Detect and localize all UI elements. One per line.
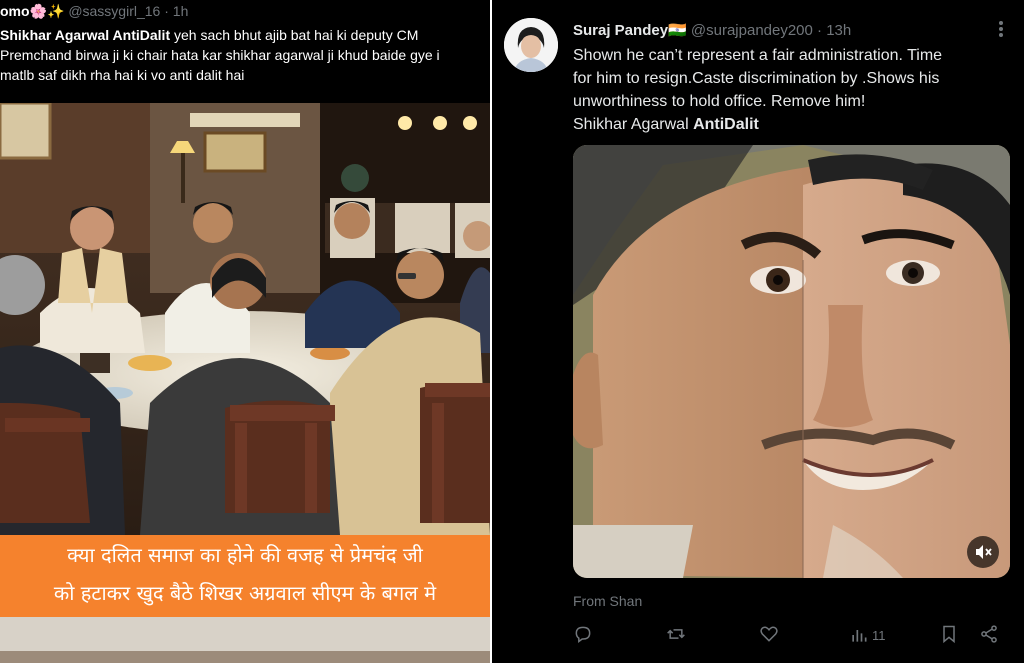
bookmark-icon	[943, 625, 955, 644]
right-tweet-text: Shown he can’t represent a fair administ…	[573, 44, 1003, 136]
right-author-name[interactable]: Suraj Pandey🇮🇳	[573, 22, 687, 39]
from-source-label[interactable]: From Shan	[573, 593, 642, 609]
share-icon	[981, 625, 997, 643]
right-tweet-header: Suraj Pandey🇮🇳 @surajpandey200 · 13h	[573, 21, 851, 39]
hindi-caption-banner: क्या दलित समाज का होने की वजह से प्रेमचं…	[0, 535, 490, 617]
left-tweet-line-1-text: yeh sach bhut ajib bat hai ki deputy CM	[170, 27, 419, 43]
reply-icon	[575, 626, 591, 643]
right-tweet-line-3: unworthiness to hold office. Remove him!	[573, 93, 866, 110]
views-icon	[852, 630, 867, 642]
dinner-photo[interactable]	[0, 103, 490, 535]
dinner-photo-illustration	[0, 103, 490, 535]
left-tweet-line-1: Shikhar Agarwal AntiDalit yeh sach bhut …	[0, 25, 490, 45]
bookmark-button[interactable]	[939, 624, 959, 646]
like-button[interactable]	[759, 624, 779, 646]
right-tweet-line-2: for him to resign.Caste discrimination b…	[573, 70, 940, 87]
views-count: 11	[872, 627, 886, 643]
left-author-name[interactable]: omo🌸✨	[0, 3, 64, 19]
right-tweet-line-1: Shown he can’t represent a fair administ…	[573, 47, 943, 64]
left-tweet-header: omo🌸✨ @sassygirl_16 · 1h	[0, 3, 490, 23]
banner-line-2: को हटाकर खुद बैठे शिखर अग्रवाल सीएम के ब…	[53, 581, 437, 605]
right-tweet-line-4: Shikhar Agarwal AntiDalit	[573, 113, 1003, 136]
retweet-button[interactable]	[666, 624, 686, 646]
mute-icon[interactable]	[967, 536, 999, 568]
left-tweet-time: · 1h	[164, 3, 189, 19]
video-media-illustration	[573, 145, 1010, 578]
left-tweet-text: Shikhar Agarwal AntiDalit yeh sach bhut …	[0, 25, 490, 85]
left-hashtag[interactable]: Shikhar Agarwal AntiDalit	[0, 27, 170, 43]
right-tweet-line-4-text: Shikhar Agarwal	[573, 116, 694, 133]
video-media[interactable]	[573, 145, 1010, 578]
avatar[interactable]	[504, 18, 558, 72]
right-author-handle[interactable]: @surajpandey200	[691, 22, 813, 39]
left-tweet-panel: omo🌸✨ @sassygirl_16 · 1h Shikhar Agarwal…	[0, 0, 490, 663]
reply-button[interactable]	[573, 624, 593, 646]
left-tweet-line-3: matlb saf dikh rha hai ki vo anti dalit …	[0, 67, 245, 83]
right-tweet-panel: Suraj Pandey🇮🇳 @surajpandey200 · 13h Sho…	[492, 0, 1024, 663]
right-hashtag[interactable]: AntiDalit	[693, 116, 759, 133]
banner-line-1: क्या दलित समाज का होने की वजह से प्रेमचं…	[67, 543, 423, 567]
retweet-icon	[667, 629, 685, 639]
share-button[interactable]	[979, 624, 999, 646]
more-icon[interactable]	[998, 20, 1004, 41]
left-tweet-line-2: Premchand birwa ji ki chair hata kar shi…	[0, 47, 440, 63]
avatar-illustration	[504, 18, 558, 72]
left-author-handle[interactable]: @sassygirl_16	[68, 3, 160, 19]
heart-icon	[760, 626, 778, 642]
views-button[interactable]: 11	[849, 624, 886, 646]
photo-bottom-strip	[0, 617, 490, 651]
photo-bottom-strip-2	[0, 651, 490, 663]
right-tweet-time: · 13h	[817, 22, 852, 39]
